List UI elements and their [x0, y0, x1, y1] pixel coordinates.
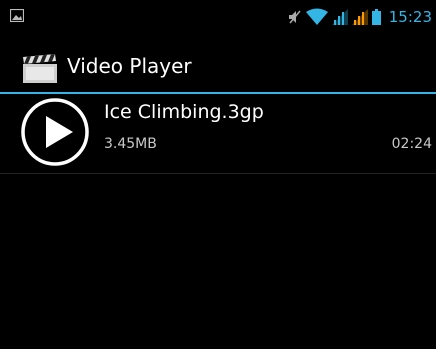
- app-title: Video Player: [67, 54, 192, 78]
- action-bar: [0, 34, 436, 92]
- status-bar: 15:23: [0, 0, 436, 34]
- clapperboard-icon: [23, 54, 57, 83]
- mute-icon: [288, 10, 301, 24]
- status-icons: 15:23: [288, 6, 432, 28]
- wifi-icon: [305, 8, 328, 25]
- video-title[interactable]: Ice Climbing.3gp: [104, 100, 264, 124]
- play-icon[interactable]: [20, 96, 90, 168]
- image-icon: [10, 9, 24, 22]
- video-duration: 02:24: [391, 136, 432, 152]
- signal-icon: [331, 9, 348, 25]
- battery-icon: [371, 9, 381, 25]
- list-empty-area: [0, 174, 436, 349]
- status-time: 15:23: [388, 8, 432, 26]
- signal-alt-icon: [351, 9, 368, 25]
- video-size: 3.45MB: [104, 136, 157, 152]
